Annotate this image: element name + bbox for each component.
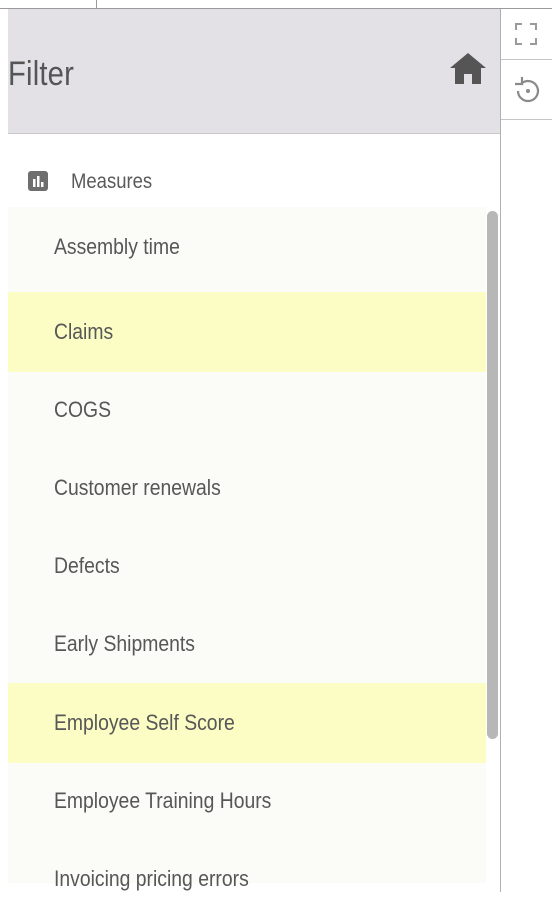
list-item-label: Employee Training Hours [54, 788, 272, 813]
list-item-label: Defects [54, 553, 120, 578]
bar-chart-icon [28, 171, 48, 191]
list-item-label: Invoicing pricing errors [54, 866, 249, 891]
top-divider-tick [96, 0, 97, 8]
measures-list: Assembly time Claims COGS Customer renew… [8, 207, 486, 891]
list-item-employee-training-hours[interactable]: Employee Training Hours [8, 761, 486, 841]
home-icon[interactable] [449, 51, 487, 85]
expand-button[interactable] [501, 9, 552, 60]
filter-header: Filter [8, 9, 500, 134]
list-item-employee-self-score[interactable]: Employee Self Score [8, 683, 486, 763]
list-item-label: Early Shipments [54, 631, 195, 656]
list-item-customer-renewals[interactable]: Customer renewals [8, 448, 486, 528]
list-item-label: Employee Self Score [54, 710, 235, 735]
expand-icon [515, 23, 537, 45]
scrollbar-thumb[interactable] [487, 211, 498, 739]
list-item-label: Assembly time [54, 234, 180, 259]
list-item-claims[interactable]: Claims [8, 292, 486, 372]
list-item-early-shipments[interactable]: Early Shipments [8, 604, 486, 684]
reset-button[interactable] [501, 61, 552, 120]
list-item-cogs[interactable]: COGS [8, 370, 486, 450]
list-item-invoicing-pricing-errors[interactable]: Invoicing pricing errors [8, 839, 486, 919]
measures-section-header[interactable]: Measures [8, 134, 500, 216]
reset-icon [515, 77, 540, 103]
right-toolbar [501, 9, 552, 892]
list-item-label: Customer renewals [54, 475, 221, 500]
list-item-assembly-time[interactable]: Assembly time [8, 207, 486, 287]
filter-title: Filter [8, 55, 75, 93]
list-item-label: Claims [54, 319, 114, 344]
list-item-defects[interactable]: Defects [8, 526, 486, 606]
measures-label: Measures [71, 170, 153, 193]
list-item-label: COGS [54, 397, 112, 422]
